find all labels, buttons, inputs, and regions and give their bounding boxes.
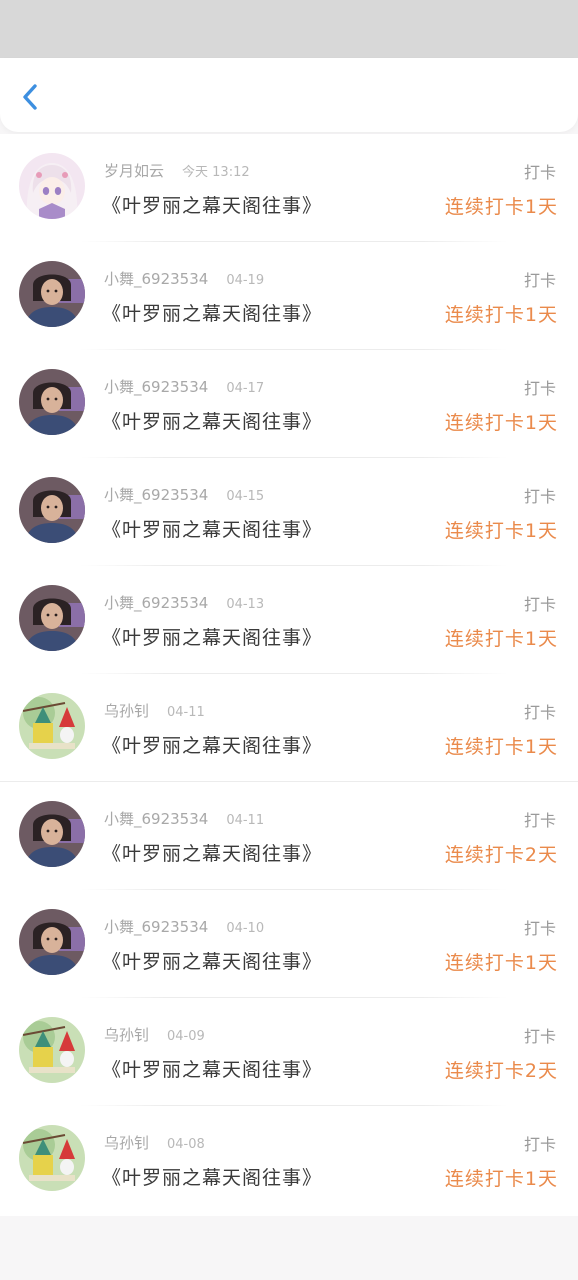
girl-photo-avatar-icon <box>19 261 85 327</box>
girl-photo-avatar-icon <box>19 801 85 867</box>
username[interactable]: 小舞_6923534 <box>104 810 208 828</box>
chevron-left-icon <box>23 84 37 110</box>
streak-text: 连续打卡2天 <box>444 844 558 866</box>
avatar[interactable] <box>19 261 85 327</box>
book-title[interactable]: 《叶罗丽之幕天阁往事》 <box>102 407 322 434</box>
gnome-toy-avatar-icon <box>19 1017 85 1083</box>
book-title[interactable]: 《叶罗丽之幕天阁往事》 <box>102 1163 322 1190</box>
list-item[interactable]: 乌孙钊 04-08 《叶罗丽之幕天阁往事》 打卡 连续打卡1天 <box>0 1106 578 1214</box>
avatar[interactable] <box>19 585 85 651</box>
avatar[interactable] <box>19 693 85 759</box>
checkin-tag: 打卡 <box>523 595 556 614</box>
entry-meta: 乌孙钊 04-09 <box>104 1024 205 1045</box>
avatar[interactable] <box>19 909 85 975</box>
streak-text: 连续打卡1天 <box>444 1168 558 1190</box>
checkin-tag: 打卡 <box>523 487 556 506</box>
timestamp: 04-08 <box>167 1137 205 1152</box>
list-item[interactable]: 小舞_6923534 04-11 《叶罗丽之幕天阁往事》 打卡 连续打卡2天 <box>0 782 578 890</box>
username[interactable]: 小舞_6923534 <box>104 270 208 288</box>
avatar[interactable] <box>19 1125 85 1191</box>
book-title[interactable]: 《叶罗丽之幕天阁往事》 <box>102 299 322 326</box>
entry-meta: 岁月如云 今天 13:12 <box>104 160 250 181</box>
checkin-tag: 打卡 <box>523 811 556 830</box>
streak-text: 连续打卡1天 <box>444 952 558 974</box>
timestamp: 04-19 <box>226 273 265 288</box>
timestamp: 04-15 <box>226 489 265 504</box>
checkin-list: 岁月如云 今天 13:12 《叶罗丽之幕天阁往事》 打卡 连续打卡1天 小舞_69… <box>0 134 578 1216</box>
entry-meta: 小舞_6923534 04-17 <box>104 376 264 397</box>
girl-photo-avatar-icon <box>19 477 85 543</box>
checkin-tag: 打卡 <box>523 379 556 398</box>
timestamp: 04-10 <box>226 921 265 936</box>
streak-text: 连续打卡1天 <box>444 736 558 758</box>
timestamp: 04-11 <box>167 705 205 720</box>
list-item[interactable]: 小舞_6923534 04-10 《叶罗丽之幕天阁往事》 打卡 连续打卡1天 <box>0 890 578 998</box>
streak-text: 连续打卡1天 <box>444 628 558 650</box>
entry-meta: 乌孙钊 04-08 <box>104 1132 205 1153</box>
checkin-tag: 打卡 <box>523 163 556 182</box>
streak-text: 连续打卡1天 <box>444 304 558 326</box>
list-item[interactable]: 乌孙钊 04-09 《叶罗丽之幕天阁往事》 打卡 连续打卡2天 <box>0 998 578 1106</box>
timestamp: 04-13 <box>226 597 265 612</box>
list-item[interactable]: 乌孙钊 04-11 《叶罗丽之幕天阁往事》 打卡 连续打卡1天 <box>0 674 578 782</box>
streak-text: 连续打卡1天 <box>444 412 558 434</box>
username[interactable]: 岁月如云 <box>104 162 164 180</box>
girl-photo-avatar-icon <box>19 909 85 975</box>
avatar[interactable] <box>19 801 85 867</box>
book-title[interactable]: 《叶罗丽之幕天阁往事》 <box>102 515 322 542</box>
back-button[interactable] <box>14 80 48 114</box>
streak-text: 连续打卡1天 <box>444 520 558 542</box>
username[interactable]: 小舞_6923534 <box>104 378 208 396</box>
entry-meta: 乌孙钊 04-11 <box>104 700 205 721</box>
header-bar <box>0 58 578 132</box>
entry-meta: 小舞_6923534 04-19 <box>104 268 264 289</box>
gnome-toy-avatar-icon <box>19 1125 85 1191</box>
list-item[interactable]: 小舞_6923534 04-13 《叶罗丽之幕天阁往事》 打卡 连续打卡1天 <box>0 566 578 674</box>
book-title[interactable]: 《叶罗丽之幕天阁往事》 <box>102 839 322 866</box>
book-title[interactable]: 《叶罗丽之幕天阁往事》 <box>102 191 322 218</box>
book-title[interactable]: 《叶罗丽之幕天阁往事》 <box>102 1055 322 1082</box>
checkin-tag: 打卡 <box>523 703 556 722</box>
list-item[interactable]: 小舞_6923534 04-19 《叶罗丽之幕天阁往事》 打卡 连续打卡1天 <box>0 242 578 350</box>
username[interactable]: 小舞_6923534 <box>104 594 208 612</box>
list-item[interactable]: 岁月如云 今天 13:12 《叶罗丽之幕天阁往事》 打卡 连续打卡1天 <box>0 134 578 242</box>
girl-photo-avatar-icon <box>19 585 85 651</box>
timestamp: 04-11 <box>226 813 265 828</box>
avatar[interactable] <box>19 153 85 219</box>
entry-meta: 小舞_6923534 04-15 <box>104 484 264 505</box>
book-title[interactable]: 《叶罗丽之幕天阁往事》 <box>102 731 322 758</box>
anime-girl-avatar-icon <box>19 153 85 219</box>
list-item[interactable]: 小舞_6923534 04-17 《叶罗丽之幕天阁往事》 打卡 连续打卡1天 <box>0 350 578 458</box>
timestamp: 今天 13:12 <box>182 165 250 180</box>
username[interactable]: 乌孙钊 <box>104 1134 149 1152</box>
streak-text: 连续打卡1天 <box>444 196 558 218</box>
avatar[interactable] <box>19 477 85 543</box>
entry-meta: 小舞_6923534 04-13 <box>104 592 264 613</box>
avatar[interactable] <box>19 369 85 435</box>
book-title[interactable]: 《叶罗丽之幕天阁往事》 <box>102 947 322 974</box>
username[interactable]: 乌孙钊 <box>104 1026 149 1044</box>
checkin-tag: 打卡 <box>523 1135 556 1154</box>
gnome-toy-avatar-icon <box>19 693 85 759</box>
entry-meta: 小舞_6923534 04-11 <box>104 808 264 829</box>
checkin-tag: 打卡 <box>523 919 556 938</box>
avatar[interactable] <box>19 1017 85 1083</box>
entry-meta: 小舞_6923534 04-10 <box>104 916 264 937</box>
username[interactable]: 小舞_6923534 <box>104 918 208 936</box>
streak-text: 连续打卡2天 <box>444 1060 558 1082</box>
list-item[interactable]: 小舞_6923534 04-15 《叶罗丽之幕天阁往事》 打卡 连续打卡1天 <box>0 458 578 566</box>
username[interactable]: 小舞_6923534 <box>104 486 208 504</box>
checkin-tag: 打卡 <box>523 1027 556 1046</box>
timestamp: 04-09 <box>167 1029 205 1044</box>
status-bar <box>0 0 578 60</box>
girl-photo-avatar-icon <box>19 369 85 435</box>
book-title[interactable]: 《叶罗丽之幕天阁往事》 <box>102 623 322 650</box>
timestamp: 04-17 <box>226 381 265 396</box>
checkin-tag: 打卡 <box>523 271 556 290</box>
username[interactable]: 乌孙钊 <box>104 702 149 720</box>
